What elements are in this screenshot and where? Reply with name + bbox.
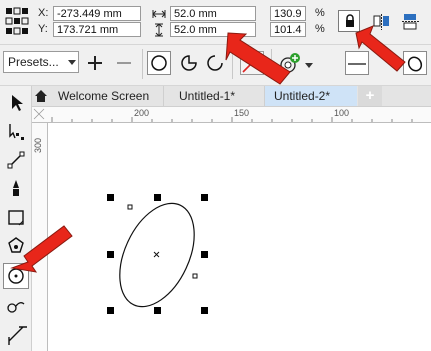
rectangle-tool-icon[interactable] [4,205,28,229]
connector-tool-icon[interactable] [4,294,28,318]
arc-icon[interactable] [206,54,224,72]
ellipse-tool-button[interactable] [3,263,29,289]
lock-ratio-button[interactable] [338,10,360,32]
add-effect-icon[interactable] [278,52,302,76]
canvas-drawing [107,194,208,314]
add-preset-icon[interactable] [86,54,104,72]
ellipse-icon [151,55,167,71]
tab-welcome-screen[interactable]: Welcome Screen [32,86,162,106]
property-bar: X: Y: -273.449 mm 173.721 mm 52.0 mm 52.… [0,0,431,45]
horizontal-ruler: 200 150 100 [32,107,431,123]
width-field[interactable]: 52.0 mm [170,6,256,21]
outline-line-icon [348,63,366,65]
toolbar-divider [271,49,272,79]
chevron-down-icon[interactable] [305,63,313,69]
ellipse-mode-button[interactable] [147,51,171,75]
y-label: Y: [38,23,48,35]
tab-untitled-1[interactable]: Untitled-1* [163,86,264,106]
scale-x-percent: % [315,7,325,19]
shape-toolbar: Presets... [0,45,431,86]
ellipse-tool-icon [8,268,24,284]
mirror-horizontal-icon[interactable] [372,12,392,32]
x-label: X: [38,7,49,19]
drawing-canvas[interactable] [48,123,431,351]
scale-y-field[interactable]: 101.4 [270,22,306,37]
node-handle [127,204,133,210]
node-handle [192,273,198,279]
ruler-label: 150 [234,108,250,118]
toolbar-divider [232,49,233,79]
x-position-field[interactable]: -273.449 mm [53,6,141,21]
center-marker-icon [153,251,160,258]
no-fill-icon [242,53,262,73]
mirror-vertical-icon[interactable] [400,12,422,32]
toolbox [0,86,32,351]
toolbar-divider [142,49,143,79]
height-icon [155,23,163,37]
ruler-label: 200 [134,108,150,118]
y-position-field[interactable]: 173.721 mm [53,22,141,37]
pick-tool-icon[interactable] [4,90,28,114]
outline-width-button[interactable] [345,51,369,75]
scale-x-field[interactable]: 130.9 [270,6,306,21]
ruler-ticks [33,108,413,122]
ruler-label: 300 [33,137,43,153]
tab-label: Untitled-2* [274,89,331,103]
document-tab-bar: Welcome Screen Untitled-1* Untitled-2* + [0,86,431,107]
polygon-tool-icon[interactable] [4,234,28,258]
tab-label: Untitled-1* [179,89,236,103]
remove-preset-icon[interactable] [115,54,133,72]
chevron-down-icon [68,60,76,65]
freehand-tool-icon[interactable] [4,176,28,200]
presets-dropdown[interactable]: Presets... [3,51,79,73]
fill-color-button[interactable] [240,51,264,75]
height-field[interactable]: 52.0 mm [170,22,256,37]
ruler-origin-icon [33,108,45,120]
add-tab-button[interactable]: + [358,86,382,106]
pie-icon[interactable] [180,54,198,72]
ruler-label: 2 [34,253,40,263]
shape-tool-icon[interactable] [4,119,28,143]
object-origin-icon[interactable] [4,6,30,36]
tab-label: Welcome Screen [58,89,150,103]
dimension-tool-icon[interactable] [4,322,28,346]
tab-untitled-2[interactable]: Untitled-2* [264,86,357,106]
wrap-text-icon [407,56,423,72]
wrap-text-button[interactable] [403,51,427,75]
presets-label: Presets... [8,55,59,69]
lock-icon [346,14,354,27]
crop-tool-icon[interactable] [4,148,28,172]
vertical-ruler: 300 2 [32,123,48,351]
scale-y-percent: % [315,23,325,35]
width-icon [152,10,166,18]
ruler-label: 100 [334,108,350,118]
home-icon [35,90,47,102]
